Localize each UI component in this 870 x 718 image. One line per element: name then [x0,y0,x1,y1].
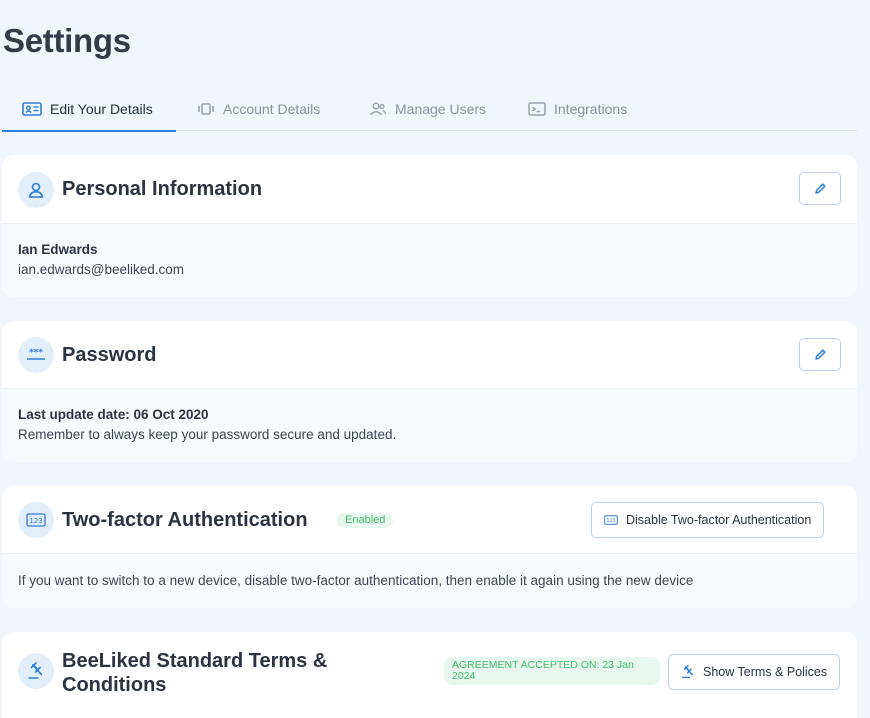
tab-label: Manage Users [395,100,487,117]
disable-two-factor-label: Disable Two-factor Authentication [626,513,812,527]
gavel-icon [681,665,693,679]
svg-text:***: *** [29,348,43,358]
password-note: Remember to always keep your password se… [18,427,397,442]
show-terms-label: Show Terms & Polices [703,665,828,679]
tab-manage-users[interactable]: Manage Users [369,86,486,131]
two-factor-card: 123 Two-factor Authentication Enabled 12… [2,486,857,608]
password-dots-icon: *** [18,337,54,373]
two-factor-status-badge: Enabled [337,513,394,528]
personal-information-title: Personal Information [62,178,263,200]
page-title: Settings [3,22,131,59]
two-factor-title: Two-factor Authentication [62,509,308,531]
numeric-123-icon: 123 [604,515,618,525]
terms-accepted-badge: AGREEMENT ACCEPTED ON: 23 Jan 2024 [444,657,660,685]
terminal-icon [528,101,546,116]
tab-label: Integrations [554,100,628,117]
terms-title: BeeLiked Standard Terms & Conditions [62,649,327,697]
show-terms-button[interactable]: Show Terms & Polices [668,654,841,690]
disable-two-factor-button[interactable]: 123 Disable Two-factor Authentication [591,502,825,538]
two-factor-body: If you want to switch to a new device, d… [2,554,857,608]
personal-information-header: Personal Information [2,155,857,224]
two-factor-note: If you want to switch to a new device, d… [18,573,694,588]
numeric-123-icon: 123 [18,502,54,538]
pencil-icon [814,349,826,360]
terms-accepted-line1: AGREEMENT ACCEPTED ON: 23 Jan [452,659,634,671]
password-card: *** Password Last update date: 06 Oct 20… [2,321,857,462]
password-header: *** Password [2,321,857,389]
tab-label: Edit Your Details [50,100,153,117]
personal-information-card: Personal Information Ian Edwards ian.edw… [2,155,857,297]
terms-header: BeeLiked Standard Terms & Conditions AGR… [2,632,857,718]
personal-information-body: Ian Edwards ian.edwards@beeliked.com [2,224,857,297]
tab-account-details[interactable]: Account Details [197,86,320,131]
user-name: Ian Edwards [18,242,98,257]
user-icon [18,172,54,208]
tab-label: Account Details [223,100,321,117]
gavel-icon [18,653,54,689]
svg-text:123: 123 [606,518,615,524]
terms-accepted-line2: 2024 [452,670,476,682]
tab-edit-your-details[interactable]: Edit Your Details [2,86,176,132]
tab-integrations[interactable]: Integrations [528,86,627,131]
device-icon [198,102,214,115]
edit-password-button[interactable] [799,338,841,371]
users-icon [369,101,387,116]
svg-text:123: 123 [29,517,42,525]
two-factor-header: 123 Two-factor Authentication Enabled 12… [2,486,857,554]
terms-title-line1: BeeLiked Standard Terms & [62,650,328,672]
password-last-update: Last update date: 06 Oct 2020 [18,407,209,422]
edit-personal-information-button[interactable] [799,172,841,205]
id-card-icon [22,101,42,116]
pencil-icon [814,183,826,194]
password-title: Password [62,344,157,366]
user-email: ian.edwards@beeliked.com [18,262,185,277]
settings-tabs: Edit Your Details Account Details Manage… [2,86,857,132]
terms-title-line2: Conditions [62,674,167,696]
terms-card: BeeLiked Standard Terms & Conditions AGR… [2,632,857,718]
password-body: Last update date: 06 Oct 2020 Remember t… [2,389,857,462]
